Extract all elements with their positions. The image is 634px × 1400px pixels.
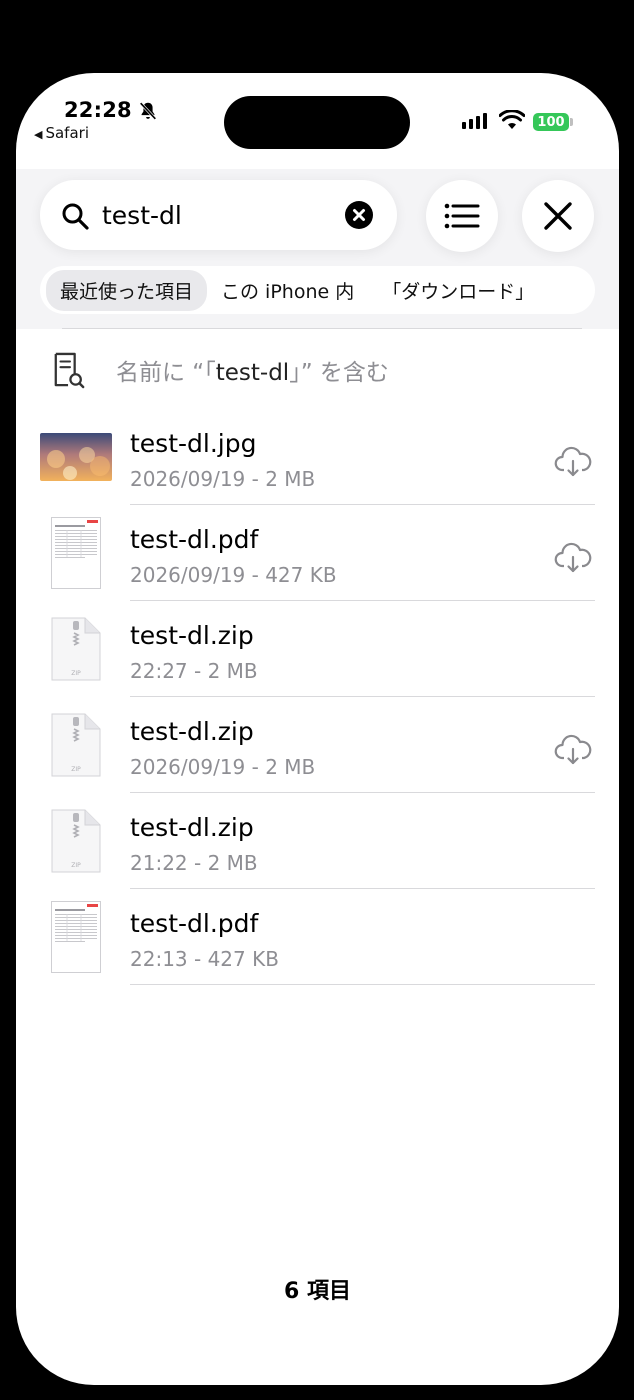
- file-meta: 22:27 - 2 MB: [130, 659, 258, 683]
- file-name: test-dl.jpg: [130, 429, 257, 458]
- zip-label: ZIP: [71, 862, 81, 869]
- list-item[interactable]: test-dl.pdf 2026/09/19 - 427 KB: [16, 505, 619, 601]
- image-thumbnail: [40, 433, 112, 481]
- zip-file-icon: ZIP: [51, 809, 101, 873]
- results-list: test-dl.jpg 2026/09/19 - 2 MB test-dl.pd…: [16, 409, 619, 985]
- bell-slash-icon: [139, 102, 157, 120]
- name-contains-suggestion[interactable]: 名前に “「test-dl」” を含む: [52, 345, 389, 395]
- suggestion-prefix: 名前に “「: [116, 360, 216, 386]
- phone-screen: 22:28 ◀ Safari 100 test-dl 最近使った項目 この iP…: [16, 73, 619, 1385]
- suggestion-query: test-dl: [215, 360, 290, 386]
- status-time: 22:28: [64, 98, 132, 122]
- file-name: test-dl.zip: [130, 717, 254, 746]
- battery-level: 100: [537, 114, 565, 130]
- cloud-download-icon[interactable]: [554, 541, 592, 573]
- tab-on-my-iphone[interactable]: この iPhone 内: [207, 270, 368, 311]
- battery-icon: 100: [533, 113, 569, 131]
- suggestion-label: 名前に “「test-dl」” を含む: [116, 353, 389, 387]
- file-name: test-dl.zip: [130, 621, 254, 650]
- clear-icon[interactable]: [345, 201, 373, 229]
- file-meta: 2026/09/19 - 2 MB: [130, 755, 316, 779]
- file-name: test-dl.zip: [130, 813, 254, 842]
- close-icon: [544, 202, 572, 230]
- zip-file-icon: ZIP: [51, 713, 101, 777]
- signal-icon: [462, 113, 487, 129]
- search-input[interactable]: [102, 196, 332, 234]
- tab-downloads[interactable]: 「ダウンロード」: [368, 270, 548, 311]
- file-name: test-dl.pdf: [130, 525, 259, 554]
- list-view-button[interactable]: [426, 180, 498, 252]
- search-field[interactable]: [40, 180, 397, 250]
- file-meta: 2026/09/19 - 427 KB: [130, 563, 337, 587]
- zip-label: ZIP: [71, 766, 81, 773]
- list-view-icon: [444, 203, 480, 229]
- divider: [62, 328, 582, 329]
- zip-file-icon: ZIP: [51, 617, 101, 681]
- file-meta: 21:22 - 2 MB: [130, 851, 258, 875]
- list-item[interactable]: test-dl.pdf 22:13 - 427 KB: [16, 889, 619, 985]
- list-item[interactable]: ZIP test-dl.zip 21:22 - 2 MB: [16, 793, 619, 889]
- document-search-icon: [54, 352, 85, 389]
- suggestion-suffix: 」” を含む: [289, 360, 389, 386]
- wifi-icon: [499, 110, 525, 129]
- list-item[interactable]: test-dl.jpg 2026/09/19 - 2 MB: [16, 409, 619, 505]
- zip-label: ZIP: [71, 670, 81, 677]
- tab-recents[interactable]: 最近使った項目: [46, 269, 208, 311]
- close-search-button[interactable]: [522, 180, 594, 252]
- search-scope-tabs: 最近使った項目 この iPhone 内 「ダウンロード」: [40, 266, 595, 314]
- search-icon: [62, 203, 89, 230]
- file-name: test-dl.pdf: [130, 909, 259, 938]
- pdf-thumbnail: [51, 517, 101, 589]
- back-arrow-icon: ◀: [34, 128, 43, 141]
- back-to-app-button[interactable]: ◀ Safari: [34, 124, 89, 142]
- pdf-thumbnail: [51, 901, 101, 973]
- item-count: 6 項目: [284, 1279, 351, 1304]
- file-meta: 22:13 - 427 KB: [130, 947, 279, 971]
- cloud-download-icon[interactable]: [554, 445, 592, 477]
- list-item[interactable]: ZIP test-dl.zip 2026/09/19 - 2 MB: [16, 697, 619, 793]
- battery-tip: [570, 118, 573, 126]
- row-separator: [130, 984, 595, 985]
- cloud-download-icon[interactable]: [554, 733, 592, 765]
- back-app-label: Safari: [45, 124, 89, 142]
- file-meta: 2026/09/19 - 2 MB: [130, 467, 316, 491]
- dynamic-island: [224, 96, 410, 149]
- list-item[interactable]: ZIP test-dl.zip 22:27 - 2 MB: [16, 601, 619, 697]
